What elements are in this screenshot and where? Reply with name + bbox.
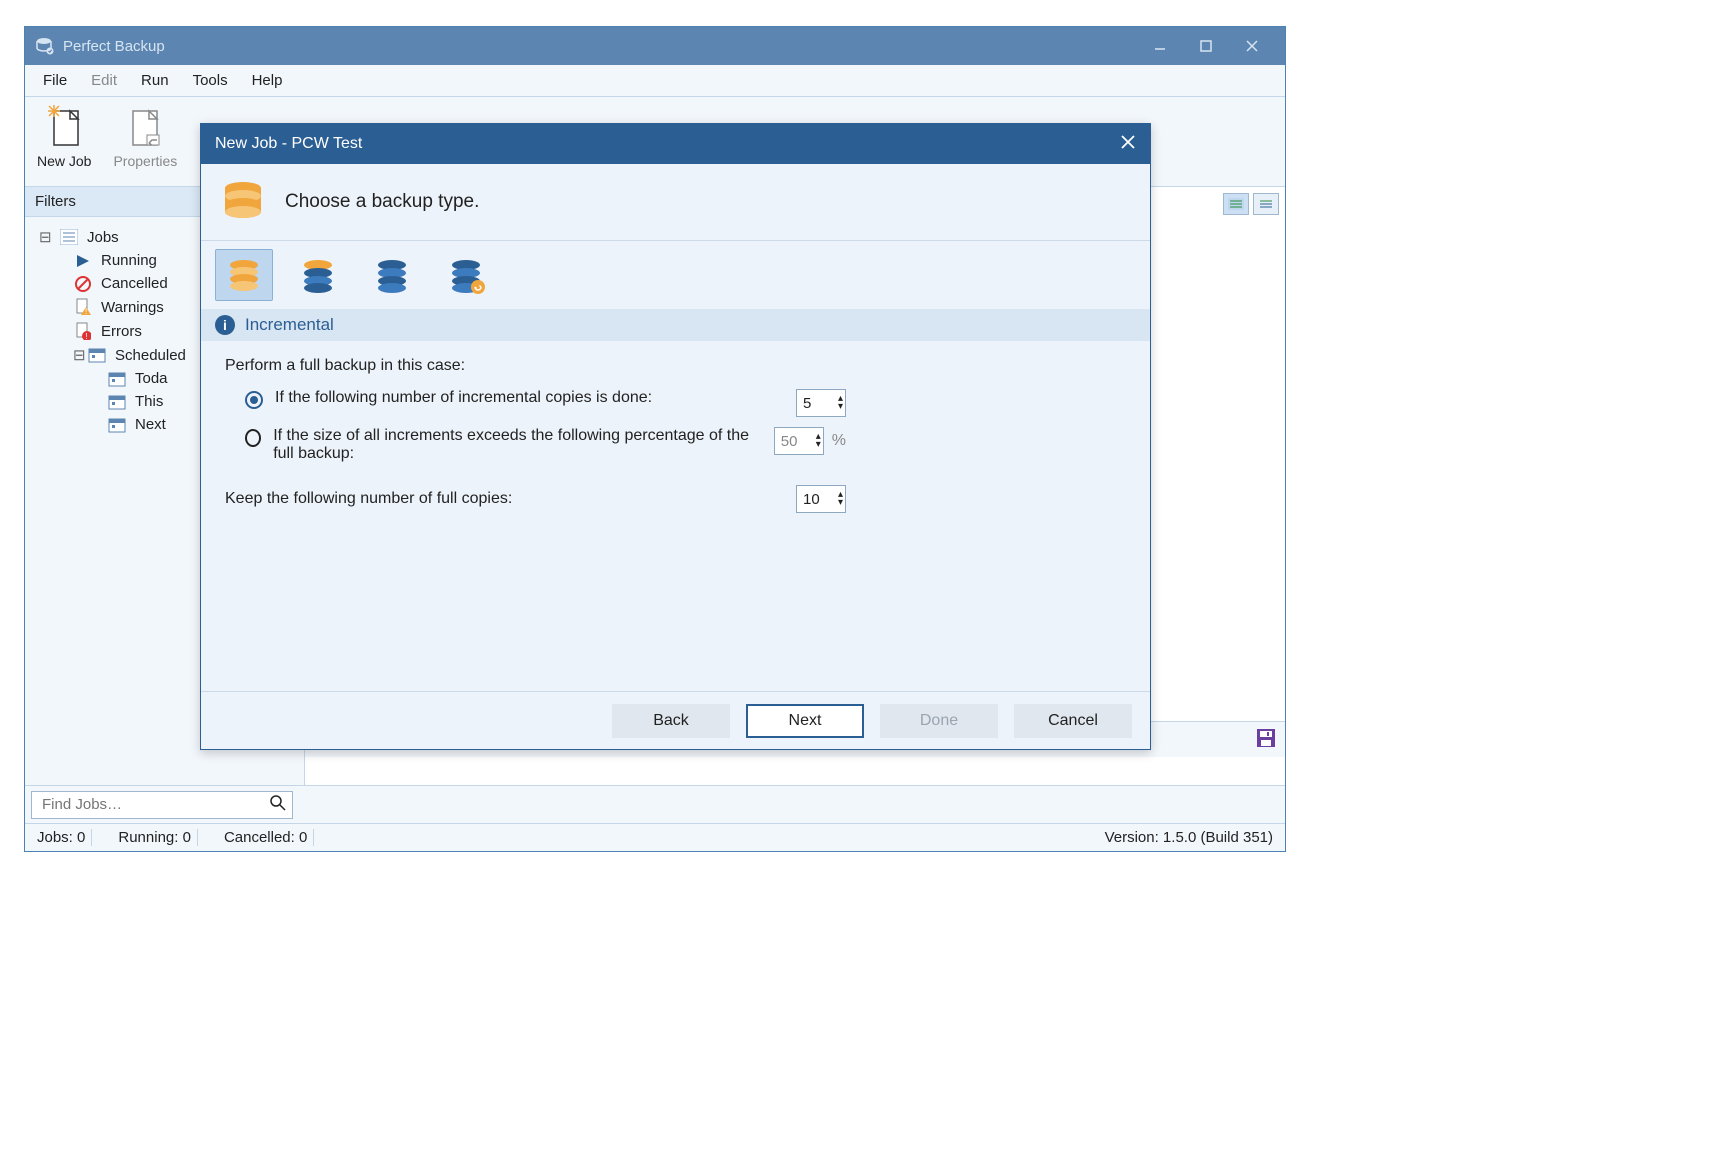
main-window: Perfect Backup File Edit Run Tools Help [24,26,1286,852]
svg-text:!: ! [86,332,88,340]
new-job-dialog: New Job - PCW Test Choose a backup type. [200,123,1151,750]
tree-today-label: Toda [135,370,168,387]
minimize-button[interactable] [1137,39,1183,53]
radio-percentage-label: If the size of all increments exceeds th… [273,427,762,463]
tree-running-label: Running [101,252,157,269]
spin-arrows-icon[interactable]: ▴▾ [816,433,821,449]
error-file-icon: ! [73,322,93,340]
dialog-body: Perform a full backup in this case: If t… [201,341,1150,691]
tree-errors-label: Errors [101,323,142,340]
menubar: File Edit Run Tools Help [25,65,1285,97]
tree-this-label: This [135,393,163,410]
spin-arrows-icon[interactable]: ▴▾ [838,491,843,507]
radio-copies-label: If the following number of incremental c… [275,389,652,407]
backup-type-options [201,241,1150,309]
warning-file-icon: ! [73,298,93,316]
svg-text:!: ! [85,307,87,316]
close-button[interactable] [1229,39,1275,53]
status-version: Version: 1.5.0 (Build 351) [1099,829,1279,846]
dialog-header-text: Choose a backup type. [285,191,479,213]
menu-file[interactable]: File [31,68,79,93]
calendar-icon [107,371,127,387]
app-icon [35,37,55,55]
radio-percentage-row: If the size of all increments exceeds th… [245,427,1126,463]
cancel-button[interactable]: Cancel [1014,704,1132,738]
collapse-icon[interactable]: ⊟ [73,346,85,364]
back-button[interactable]: Back [612,704,730,738]
calendar-icon [107,394,127,410]
cancel-icon [73,276,93,292]
tree-jobs-label: Jobs [87,229,119,246]
copies-spinbox[interactable]: 5 ▴▾ [796,389,846,417]
done-button[interactable]: Done [880,704,998,738]
dialog-titlebar: New Job - PCW Test [201,124,1150,164]
new-job-icon [42,105,86,149]
database-icon [219,178,267,226]
dialog-info-band: i Incremental [201,309,1150,341]
calendar-icon [87,347,107,363]
list-icon [59,229,79,245]
menu-edit[interactable]: Edit [79,68,129,93]
statusbar: Jobs: 0 Running: 0 Cancelled: 0 Version:… [25,823,1285,851]
collapse-icon[interactable]: ⊟ [39,228,51,246]
toolbar-properties-label: Properties [113,153,177,169]
status-running: Running: 0 [112,829,198,846]
tree-cancelled-label: Cancelled [101,275,168,292]
next-button[interactable]: Next [746,704,864,738]
menu-tools[interactable]: Tools [181,68,240,93]
keep-label: Keep the following number of full copies… [225,490,512,508]
copies-value: 5 [803,395,811,412]
tree-warnings-label: Warnings [101,299,164,316]
view-details-button[interactable] [1253,193,1279,215]
backup-type-incremental[interactable] [215,249,273,301]
calendar-icon [107,417,127,433]
toolbar-properties[interactable]: Properties [113,105,177,169]
backup-type-2[interactable] [289,249,347,301]
save-icon[interactable] [1255,727,1277,752]
status-jobs: Jobs: 0 [31,829,92,846]
menu-help[interactable]: Help [240,68,295,93]
dialog-info-label: Incremental [245,315,334,335]
search-icon[interactable] [270,795,286,815]
dialog-buttons: Back Next Done Cancel [201,691,1150,749]
titlebar: Perfect Backup [25,27,1285,65]
app-title: Perfect Backup [63,38,165,55]
radio-copies[interactable] [245,391,263,409]
menu-run[interactable]: Run [129,68,181,93]
toolbar-new-job-label: New Job [37,153,91,169]
radio-copies-row: If the following number of incremental c… [245,389,1126,417]
info-icon: i [215,315,235,335]
dialog-prompt: Perform a full backup in this case: [225,357,1126,375]
play-icon [73,253,93,269]
dialog-close-button[interactable] [1120,134,1136,155]
spin-arrows-icon[interactable]: ▴▾ [838,395,843,411]
percentage-unit: % [832,432,846,450]
status-cancelled: Cancelled: 0 [218,829,314,846]
backup-type-3[interactable] [363,249,421,301]
find-jobs-input[interactable] [40,792,262,818]
find-jobs-input-wrap [31,791,293,819]
tree-scheduled-label: Scheduled [115,347,186,364]
tree-next-label: Next [135,416,166,433]
view-list-button[interactable] [1223,193,1249,215]
keep-copies-row: Keep the following number of full copies… [225,485,1126,513]
backup-type-4[interactable] [437,249,495,301]
percentage-spinbox[interactable]: 50 ▴▾ [774,427,824,455]
dialog-title: New Job - PCW Test [215,135,362,153]
toolbar-new-job[interactable]: New Job [37,105,91,169]
findbar [25,785,1285,823]
keep-value: 10 [803,491,820,508]
maximize-button[interactable] [1183,39,1229,53]
keep-spinbox[interactable]: 10 ▴▾ [796,485,846,513]
properties-icon [123,105,167,149]
dialog-header: Choose a backup type. [201,164,1150,241]
percentage-value: 50 [781,433,798,450]
radio-percentage[interactable] [245,429,261,447]
